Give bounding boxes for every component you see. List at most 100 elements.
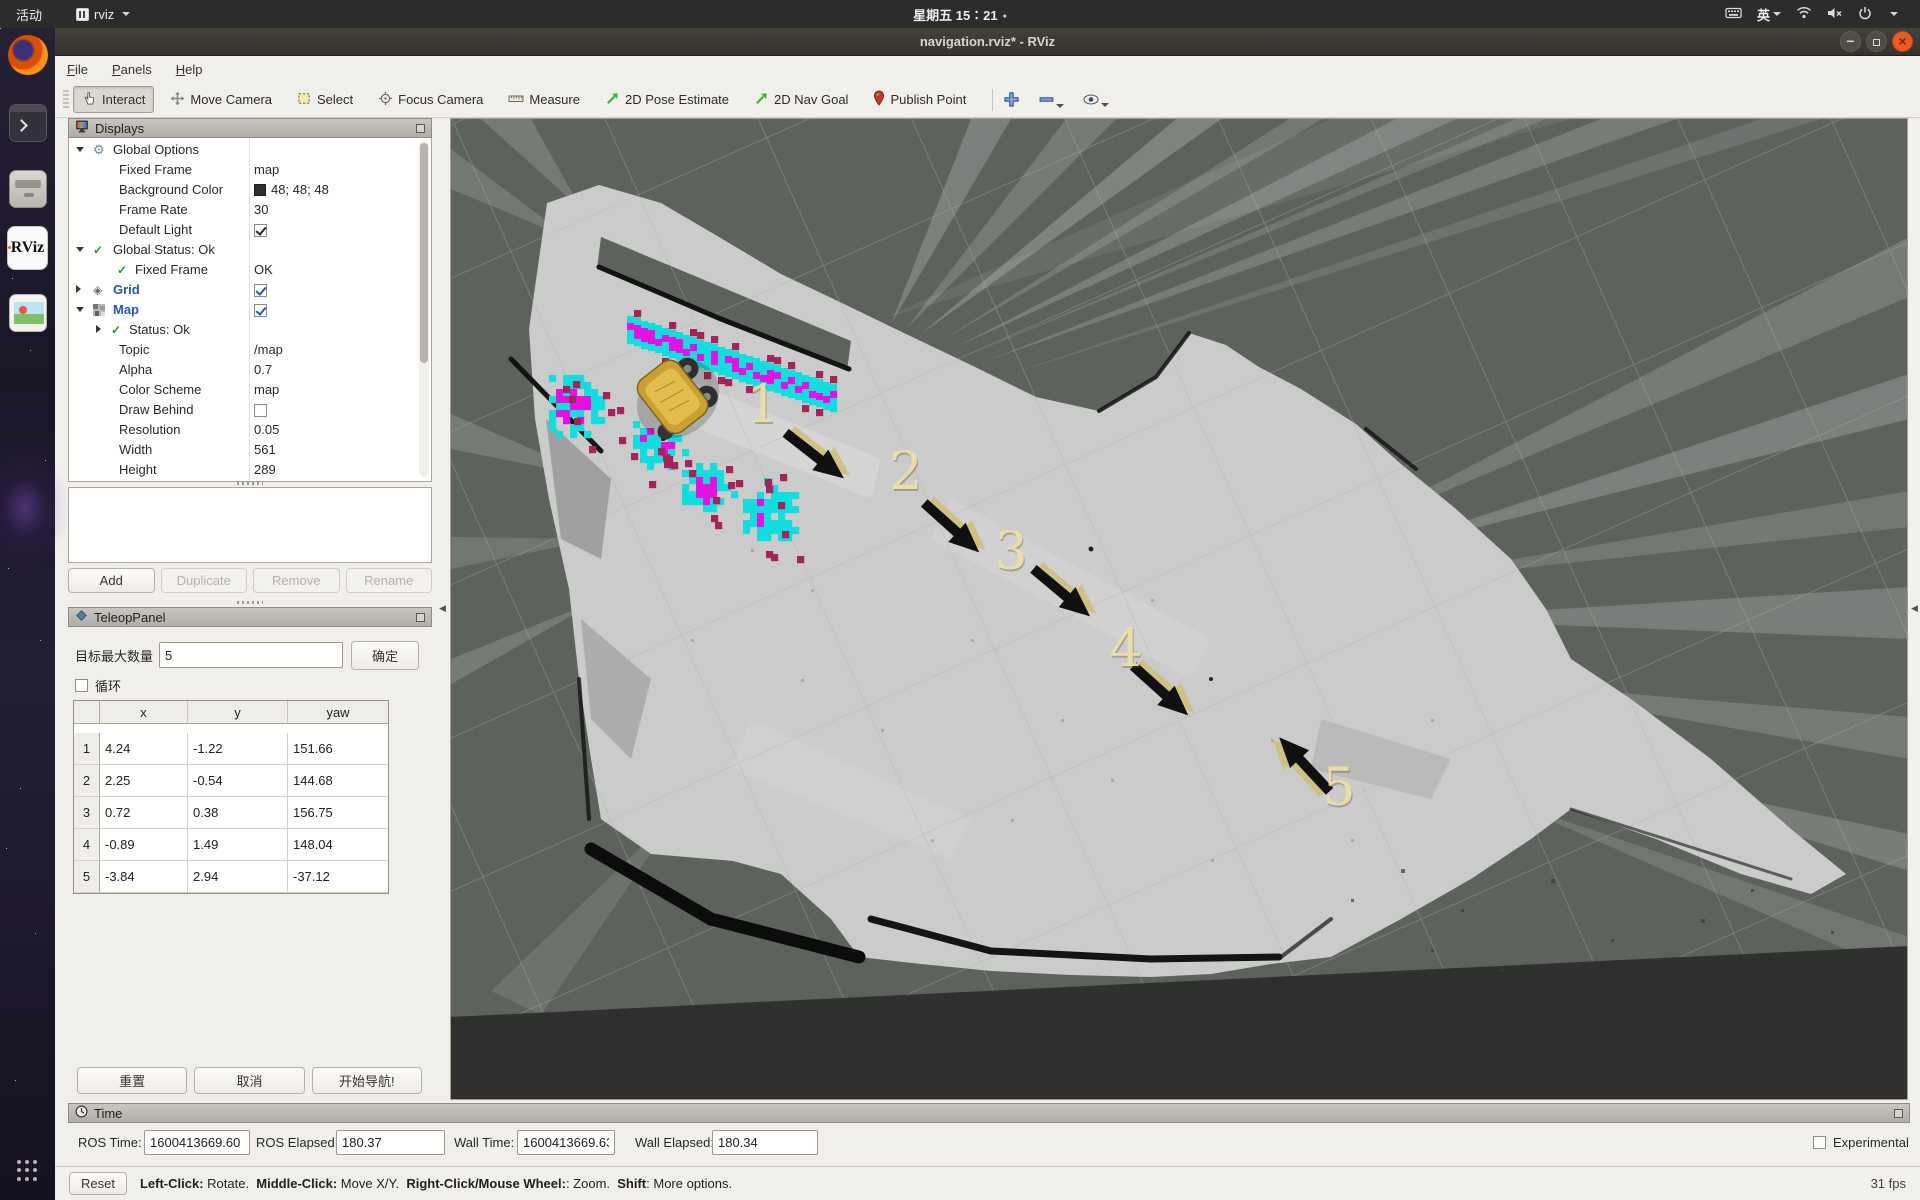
tree-row-default-light[interactable]: Default Light (69, 220, 431, 240)
tool-move-camera[interactable]: Move Camera (161, 87, 281, 113)
scrollbar-thumb[interactable] (420, 143, 428, 363)
tree-row-topic[interactable]: Topic /map (69, 340, 431, 360)
tree-row-color-scheme[interactable]: Color Scheme map (69, 380, 431, 400)
experimental-checkbox[interactable] (1813, 1136, 1826, 1149)
dock-item-terminal[interactable] (7, 104, 48, 142)
row-number[interactable]: 4 (74, 829, 100, 861)
time-panel-header[interactable]: Time (68, 1103, 1910, 1123)
menu-help[interactable]: Help (176, 62, 203, 77)
cell-y[interactable]: -1.22 (188, 733, 288, 765)
tool-focus-camera[interactable]: Focus Camera (369, 87, 492, 113)
splitter-handle[interactable] (237, 601, 263, 604)
tree-value[interactable]: 30 (254, 200, 268, 220)
remove-tool-button[interactable] (1038, 91, 1064, 108)
remove-button[interactable]: Remove (253, 568, 340, 593)
activities-button[interactable]: 活动 (16, 5, 42, 24)
titlebar[interactable]: navigation.rviz* - RViz − × (55, 28, 1920, 56)
row-number[interactable]: 5 (74, 861, 100, 893)
panel-collapse-handle[interactable]: ◀ (439, 604, 446, 613)
app-menu[interactable]: rviz (76, 7, 130, 22)
cell-yaw[interactable]: 144.68 (288, 765, 388, 797)
dock-item-image-viewer[interactable] (7, 294, 48, 332)
tree-value[interactable]: map (254, 160, 279, 180)
tree-row-width[interactable]: Width 561 (69, 440, 431, 460)
keyboard-icon[interactable] (1725, 6, 1742, 23)
expander-icon[interactable] (96, 325, 101, 333)
tree-value[interactable]: map (254, 380, 279, 400)
checkbox-checked[interactable] (254, 284, 267, 297)
ros-time-input[interactable] (144, 1130, 250, 1155)
cell-x[interactable]: 0.72 (100, 797, 188, 829)
loop-checkbox[interactable] (75, 679, 88, 692)
reset-goals-button[interactable]: 重置 (77, 1067, 187, 1094)
tool-visibility-button[interactable] (1082, 92, 1109, 107)
power-icon[interactable] (1858, 6, 1872, 23)
tree-value[interactable]: /map (254, 340, 283, 360)
duplicate-button[interactable]: Duplicate (161, 568, 248, 593)
tree-row-frame-rate[interactable]: Frame Rate 30 (69, 200, 431, 220)
rename-button[interactable]: Rename (346, 568, 433, 593)
menu-file[interactable]: File (67, 62, 88, 77)
show-applications-button[interactable] (7, 1160, 48, 1182)
checkbox-checked[interactable] (254, 224, 267, 237)
splitter-handle[interactable] (237, 482, 263, 485)
tree-row-global-status[interactable]: ✓ Global Status: Ok (69, 240, 431, 260)
volume-muted-icon[interactable] (1827, 6, 1843, 23)
render-viewport[interactable]: 1 2 3 4 5 (450, 118, 1908, 1100)
tree-row-resolution[interactable]: Resolution 0.05 (69, 420, 431, 440)
checkbox-unchecked[interactable] (254, 404, 267, 417)
wall-time-input[interactable] (517, 1130, 615, 1155)
tree-row-map[interactable]: Map (69, 300, 431, 320)
tree-row-alpha[interactable]: Alpha 0.7 (69, 360, 431, 380)
column-header-y[interactable]: y (188, 701, 288, 724)
tree-row-height[interactable]: Height 289 (69, 460, 431, 480)
tool-interact[interactable]: Interact (73, 86, 154, 113)
tree-row-draw-behind[interactable]: Draw Behind (69, 400, 431, 420)
tool-2d-pose-estimate[interactable]: 2D Pose Estimate (596, 87, 738, 113)
panel-float-button[interactable] (1894, 1109, 1903, 1118)
row-number[interactable]: 1 (74, 733, 100, 765)
tree-row-fixed-frame-status[interactable]: ✓ Fixed Frame OK (69, 260, 431, 280)
close-button[interactable]: × (1892, 31, 1913, 52)
cell-x[interactable]: -3.84 (100, 861, 188, 893)
minimize-button[interactable]: − (1840, 31, 1861, 52)
checkbox-checked[interactable] (254, 304, 267, 317)
panel-collapse-handle[interactable]: ◀ (1911, 604, 1918, 613)
toolbar-drag-handle[interactable] (63, 90, 69, 110)
tree-row-grid[interactable]: ◈ Grid (69, 280, 431, 300)
confirm-button[interactable]: 确定 (351, 641, 419, 670)
column-header-x[interactable]: x (100, 701, 188, 724)
ros-elapsed-input[interactable] (336, 1130, 445, 1155)
column-header-yaw[interactable]: yaw (288, 701, 388, 724)
cell-y[interactable]: -0.54 (188, 765, 288, 797)
row-number[interactable]: 2 (74, 765, 100, 797)
cell-x[interactable]: 2.25 (100, 765, 188, 797)
tool-measure[interactable]: Measure (499, 88, 589, 112)
row-number[interactable]: 3 (74, 797, 100, 829)
expander-icon[interactable] (76, 147, 84, 152)
tool-2d-nav-goal[interactable]: 2D Nav Goal (745, 87, 857, 113)
dock-item-firefox[interactable] (7, 35, 48, 75)
tree-value[interactable]: 48; 48; 48 (271, 180, 329, 200)
tree-row-map-status[interactable]: ✓ Status: Ok (69, 320, 431, 340)
cell-yaw[interactable]: 151.66 (288, 733, 388, 765)
tree-row-background-color[interactable]: Background Color 48; 48; 48 (69, 180, 431, 200)
dock-item-rviz[interactable]: RViz (7, 226, 48, 270)
teleop-panel-header[interactable]: TeleopPanel (68, 607, 432, 627)
add-button[interactable]: Add (68, 568, 155, 593)
panel-float-button[interactable] (416, 613, 425, 622)
tool-select[interactable]: Select (288, 87, 362, 113)
chevron-down-icon[interactable] (1890, 12, 1898, 16)
cell-y[interactable]: 2.94 (188, 861, 288, 893)
cell-yaw[interactable]: 156.75 (288, 797, 388, 829)
input-language-indicator[interactable]: 英 (1757, 5, 1781, 24)
cell-y[interactable]: 0.38 (188, 797, 288, 829)
tree-row-global-options[interactable]: ⚙ Global Options (69, 140, 431, 160)
tree-value[interactable]: 0.7 (254, 360, 272, 380)
tree-row-fixed-frame[interactable]: Fixed Frame map (69, 160, 431, 180)
cell-y[interactable]: 1.49 (188, 829, 288, 861)
add-tool-button[interactable] (1003, 91, 1020, 108)
wall-elapsed-input[interactable] (712, 1130, 818, 1155)
cancel-button[interactable]: 取消 (194, 1067, 304, 1094)
cell-x[interactable]: 4.24 (100, 733, 188, 765)
